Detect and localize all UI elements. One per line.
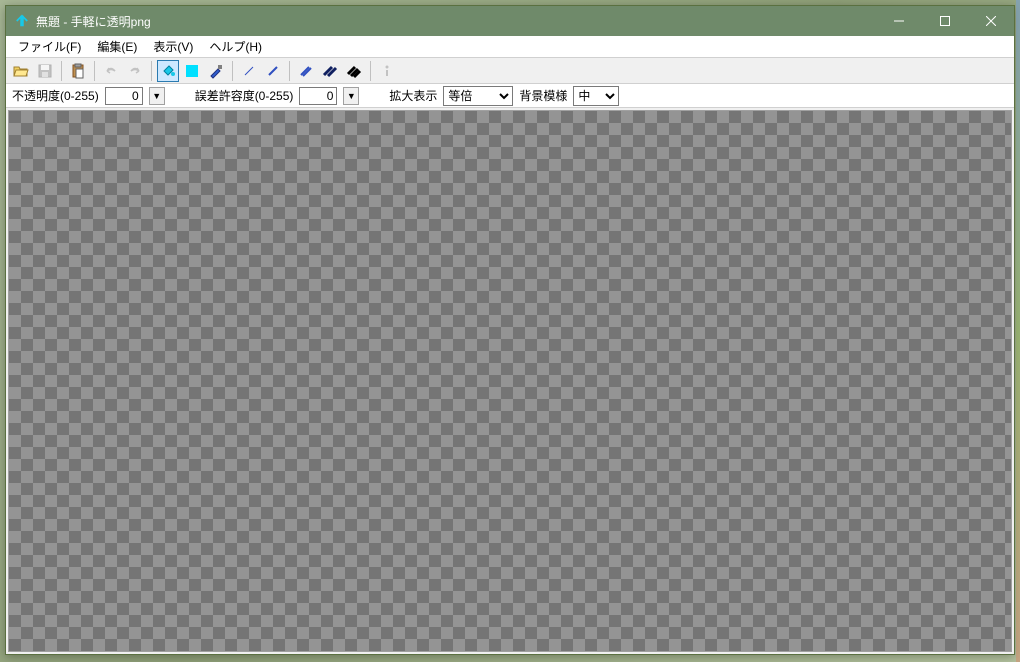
undo-button[interactable]	[100, 60, 122, 82]
bucket-icon	[160, 63, 176, 79]
menu-file[interactable]: ファイル(F)	[10, 35, 89, 58]
zoom-select[interactable]: 等倍	[443, 86, 513, 106]
picker-tool-button[interactable]	[205, 60, 227, 82]
app-window: 無題 - 手軽に透明png ファイル(F) 編集(E) 表示(V) ヘルプ(H)	[5, 5, 1015, 655]
maximize-icon	[940, 16, 950, 26]
tolerance-input[interactable]	[299, 87, 337, 105]
color-swatch-icon	[184, 63, 200, 79]
save-button[interactable]	[34, 60, 56, 82]
undo-icon	[103, 63, 119, 79]
pen-double-button[interactable]	[319, 60, 341, 82]
toolbar	[6, 58, 1014, 84]
pen-thin-icon	[241, 63, 257, 79]
menubar: ファイル(F) 編集(E) 表示(V) ヘルプ(H)	[6, 36, 1014, 58]
pen-thick-button[interactable]	[295, 60, 317, 82]
titlebar: 無題 - 手軽に透明png	[6, 6, 1014, 36]
tolerance-dropdown[interactable]: ▼	[343, 87, 359, 105]
redo-button[interactable]	[124, 60, 146, 82]
bg-pattern-select[interactable]: 中	[573, 86, 619, 106]
redo-icon	[127, 63, 143, 79]
pen-triple-button[interactable]	[343, 60, 365, 82]
bg-pattern-label: 背景模様	[519, 87, 567, 104]
paste-icon	[70, 63, 86, 79]
eyedropper-icon	[208, 63, 224, 79]
fill-tool-button[interactable]	[157, 60, 179, 82]
maximize-button[interactable]	[922, 6, 968, 36]
paste-button[interactable]	[67, 60, 89, 82]
opacity-input[interactable]	[105, 87, 143, 105]
separator	[370, 61, 371, 81]
opacity-label: 不透明度(0-255)	[12, 87, 99, 104]
save-icon	[37, 63, 53, 79]
minimize-icon	[894, 16, 904, 26]
info-button[interactable]	[376, 60, 398, 82]
canvas[interactable]	[8, 110, 1012, 652]
color-swatch-button[interactable]	[181, 60, 203, 82]
window-controls	[876, 6, 1014, 36]
separator	[151, 61, 152, 81]
pen-triple-icon	[346, 63, 362, 79]
menu-view[interactable]: 表示(V)	[145, 35, 201, 58]
optionbar: 不透明度(0-255) ▼ 誤差許容度(0-255) ▼ 拡大表示 等倍 背景模…	[6, 84, 1014, 108]
app-icon	[14, 13, 30, 29]
pen-thick-icon	[298, 63, 314, 79]
tolerance-label: 誤差許容度(0-255)	[195, 87, 294, 104]
menu-help[interactable]: ヘルプ(H)	[201, 35, 270, 58]
window-title: 無題 - 手軽に透明png	[36, 13, 876, 30]
minimize-button[interactable]	[876, 6, 922, 36]
canvas-area	[6, 108, 1014, 654]
separator	[61, 61, 62, 81]
pen-double-icon	[322, 63, 338, 79]
separator	[232, 61, 233, 81]
menu-edit[interactable]: 編集(E)	[89, 35, 145, 58]
pen-thin-button[interactable]	[238, 60, 260, 82]
close-button[interactable]	[968, 6, 1014, 36]
folder-open-icon	[13, 63, 29, 79]
pen-med-icon	[265, 63, 281, 79]
open-button[interactable]	[10, 60, 32, 82]
opacity-dropdown[interactable]: ▼	[149, 87, 165, 105]
separator	[289, 61, 290, 81]
background-edge	[1016, 0, 1020, 662]
zoom-label: 拡大表示	[389, 87, 437, 104]
info-icon	[379, 63, 395, 79]
pen-med-button[interactable]	[262, 60, 284, 82]
separator	[94, 61, 95, 81]
close-icon	[986, 16, 996, 26]
